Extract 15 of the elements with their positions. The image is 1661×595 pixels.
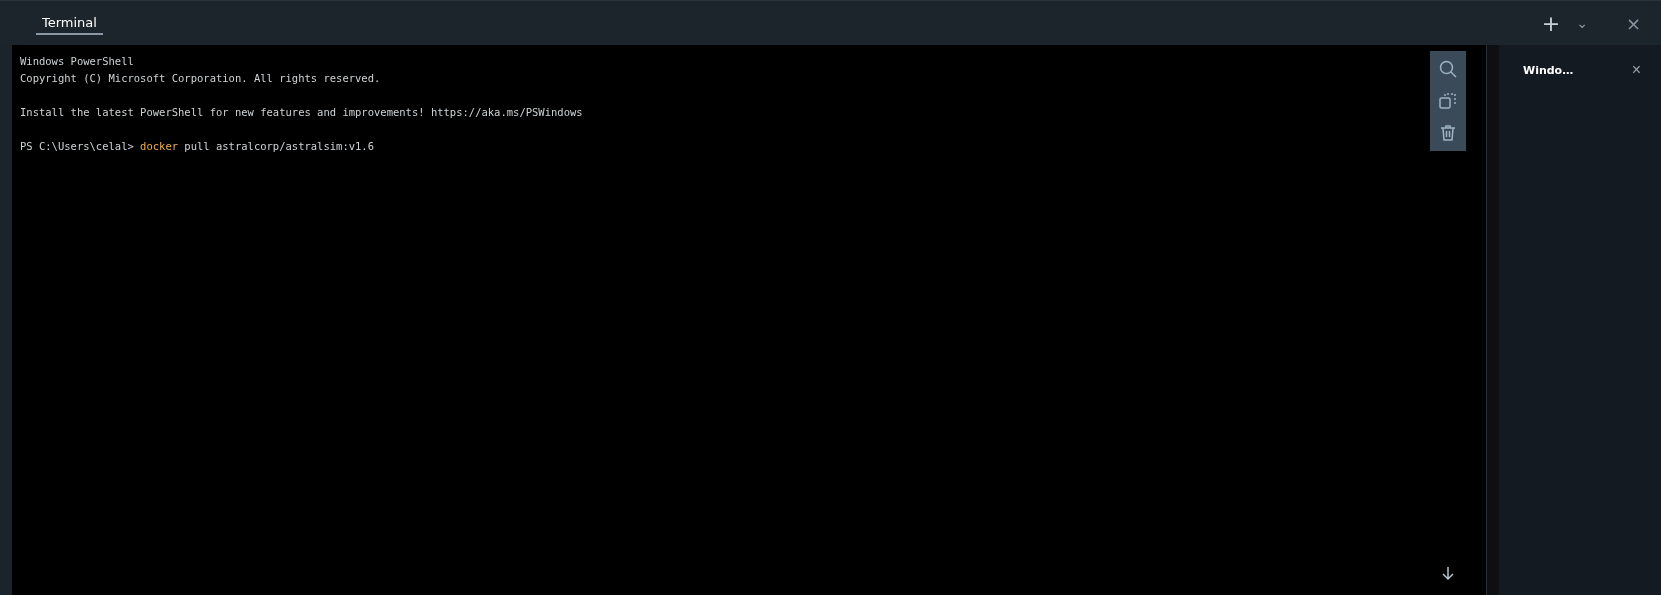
terminal-line: Windows PowerShell bbox=[20, 54, 134, 69]
copy-icon[interactable] bbox=[1438, 91, 1458, 111]
terminal-list-item[interactable]: Windo… × bbox=[1499, 61, 1661, 79]
terminal-tab[interactable]: Terminal bbox=[36, 11, 103, 35]
terminal-line: PS C:\Users\celal> docker pull astralcorp/astralsim:v1.6 bbox=[20, 139, 374, 154]
close-button[interactable]: × bbox=[1631, 61, 1641, 79]
search-icon[interactable] bbox=[1438, 59, 1458, 79]
terminal-line: Install the latest PowerShell for new features and improvements! https://aka.ms/PSWindows bbox=[20, 105, 583, 120]
terminal-name: Windo… bbox=[1523, 63, 1574, 77]
terminal-line: Copyright (C) Microsoft Corporation. All rights reserved. bbox=[20, 71, 381, 86]
dropdown-button[interactable]: ⌄ bbox=[1572, 15, 1592, 31]
trash-icon[interactable] bbox=[1438, 123, 1458, 143]
scroll-down-icon[interactable] bbox=[1440, 565, 1456, 581]
close-button[interactable]: × bbox=[1621, 12, 1645, 34]
add-button[interactable]: + bbox=[1537, 10, 1565, 36]
